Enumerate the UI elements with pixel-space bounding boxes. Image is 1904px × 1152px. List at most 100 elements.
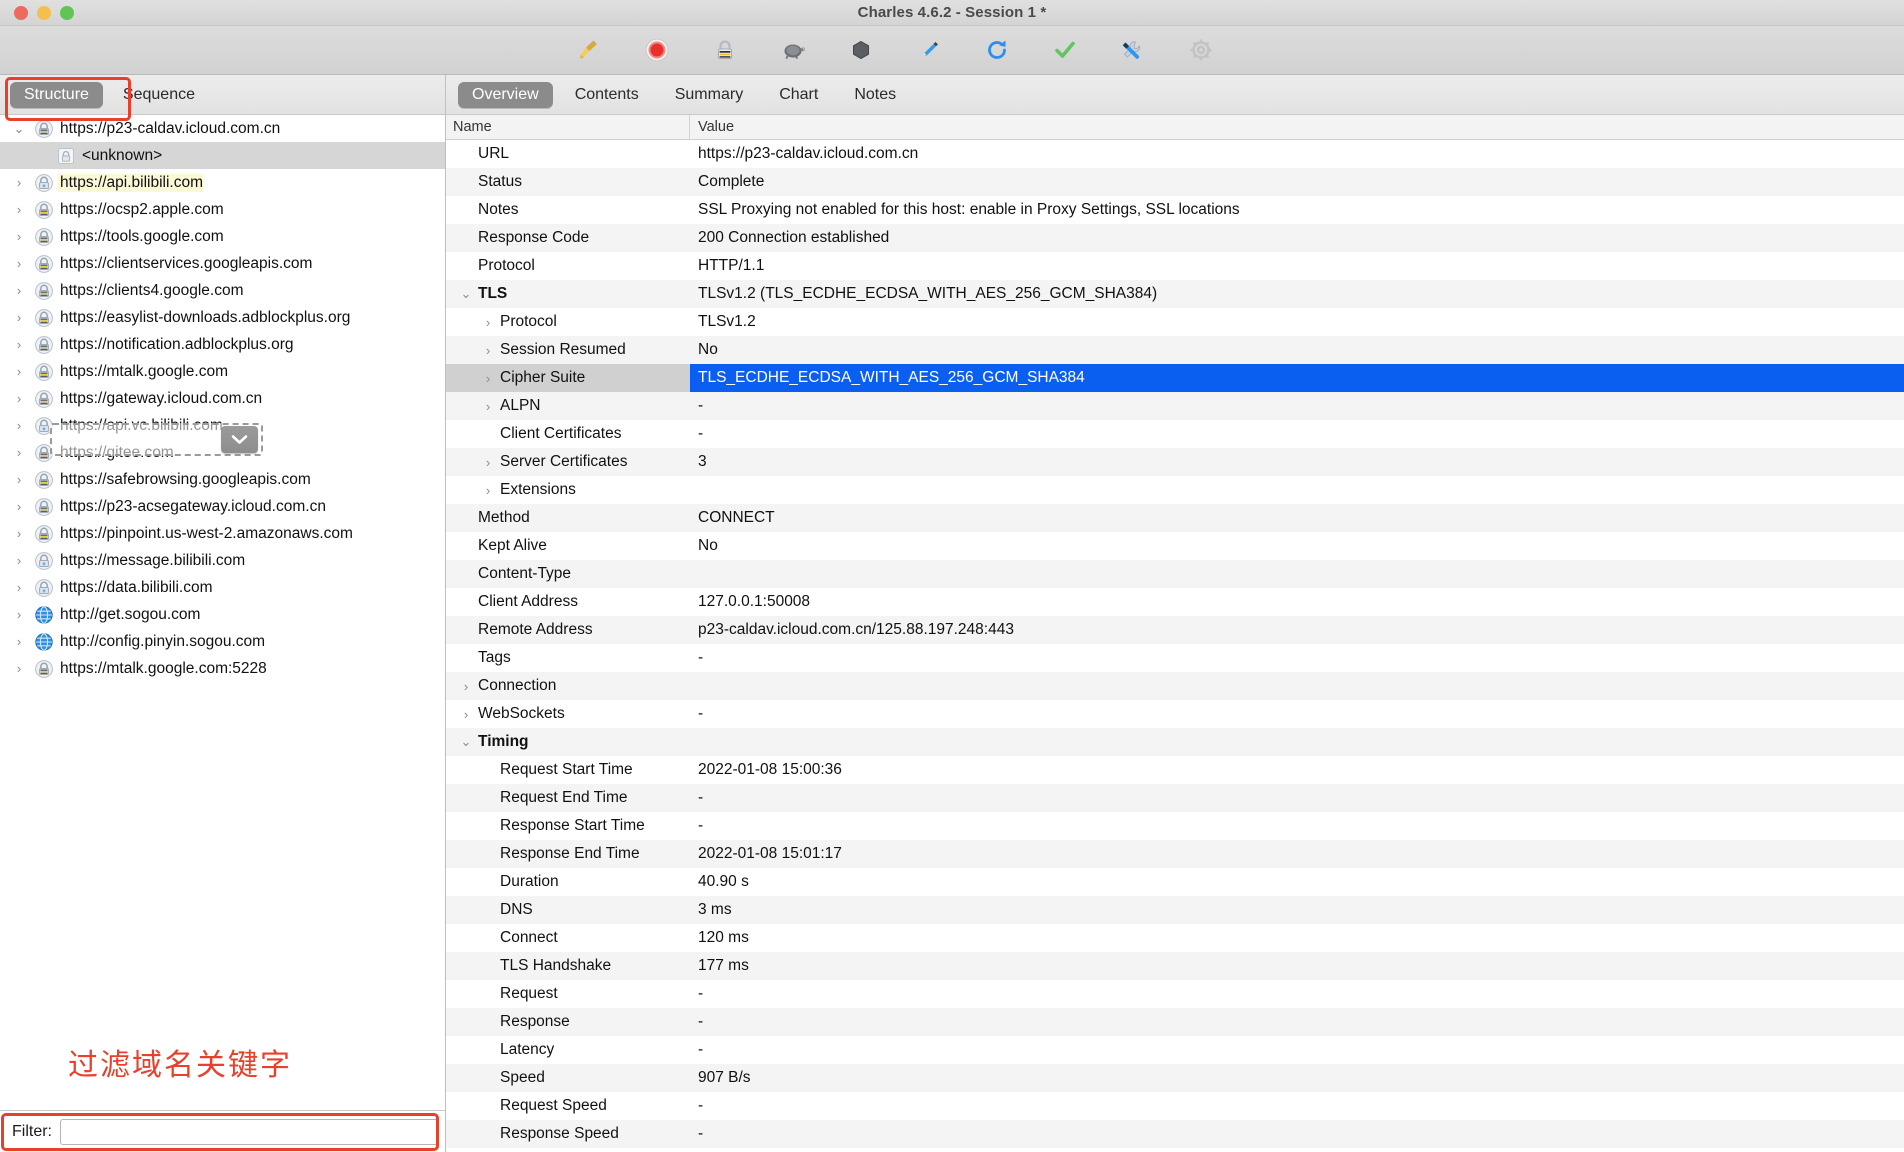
- detail-row[interactable]: › WebSockets -: [446, 700, 1904, 728]
- chevron-right-icon[interactable]: ›: [476, 343, 500, 358]
- chevron-right-icon[interactable]: ›: [8, 229, 30, 244]
- chevron-right-icon[interactable]: ›: [454, 707, 478, 722]
- validate-button[interactable]: [1031, 29, 1099, 71]
- tree-row[interactable]: › http://config.pinyin.sogou.com: [0, 628, 445, 655]
- chevron-right-icon[interactable]: ›: [476, 455, 500, 470]
- detail-row[interactable]: › Extensions: [446, 476, 1904, 504]
- tab-notes[interactable]: Notes: [840, 82, 910, 108]
- tab-contents[interactable]: Contents: [561, 82, 653, 108]
- detail-row[interactable]: › Connection: [446, 672, 1904, 700]
- tree-row[interactable]: › https://safebrowsing.googleapis.com: [0, 466, 445, 493]
- host-dropdown-overlay[interactable]: [50, 423, 263, 456]
- tree-row[interactable]: › https://mtalk.google.com:5228: [0, 655, 445, 682]
- clear-session-button[interactable]: [555, 29, 623, 71]
- detail-row[interactable]: Connect 120 ms: [446, 924, 1904, 952]
- chevron-right-icon[interactable]: ›: [476, 371, 500, 386]
- tree-row[interactable]: › https://api.bilibili.com: [0, 169, 445, 196]
- chevron-right-icon[interactable]: ›: [8, 634, 30, 649]
- tree-row[interactable]: › https://message.bilibili.com: [0, 547, 445, 574]
- chevron-right-icon[interactable]: ›: [8, 418, 30, 433]
- tab-overview[interactable]: Overview: [458, 81, 553, 108]
- session-tree[interactable]: ⌄ https://p23-caldav.icloud.com.cn <unknow…: [0, 115, 445, 1110]
- detail-row[interactable]: Client Address 127.0.0.1:50008: [446, 588, 1904, 616]
- chevron-right-icon[interactable]: ›: [8, 391, 30, 406]
- chevron-right-icon[interactable]: ›: [476, 315, 500, 330]
- column-header-name[interactable]: Name: [446, 115, 690, 139]
- compose-button[interactable]: [895, 29, 963, 71]
- detail-row[interactable]: ⌄ Timing: [446, 728, 1904, 756]
- chevron-right-icon[interactable]: ›: [8, 607, 30, 622]
- tree-row[interactable]: › https://tools.google.com: [0, 223, 445, 250]
- chevron-down-icon[interactable]: [221, 426, 258, 453]
- chevron-right-icon[interactable]: ›: [8, 472, 30, 487]
- tree-row[interactable]: › https://clientservices.googleapis.com: [0, 250, 445, 277]
- chevron-right-icon[interactable]: ›: [8, 364, 30, 379]
- chevron-down-icon[interactable]: ⌄: [8, 121, 30, 137]
- detail-row[interactable]: Response Code 200 Connection established: [446, 224, 1904, 252]
- chevron-down-icon[interactable]: ⌄: [454, 734, 478, 750]
- detail-row[interactable]: Tags -: [446, 644, 1904, 672]
- detail-row[interactable]: ⌄ TLS TLSv1.2 (TLS_ECDHE_ECDSA_WITH_AES_25…: [446, 280, 1904, 308]
- detail-row[interactable]: DNS 3 ms: [446, 896, 1904, 924]
- tree-row[interactable]: ⌄ https://p23-caldav.icloud.com.cn: [0, 115, 445, 142]
- detail-row[interactable]: Response Start Time -: [446, 812, 1904, 840]
- detail-row[interactable]: Method CONNECT: [446, 504, 1904, 532]
- detail-row[interactable]: URL https://p23-caldav.icloud.com.cn: [446, 140, 1904, 168]
- tree-row[interactable]: › https://mtalk.google.com: [0, 358, 445, 385]
- chevron-right-icon[interactable]: ›: [8, 553, 30, 568]
- tab-summary[interactable]: Summary: [661, 82, 757, 108]
- detail-rows[interactable]: URL https://p23-caldav.icloud.com.cn Statu…: [446, 140, 1904, 1152]
- chevron-right-icon[interactable]: ›: [8, 310, 30, 325]
- chevron-right-icon[interactable]: ›: [8, 526, 30, 541]
- chevron-right-icon[interactable]: ›: [476, 483, 500, 498]
- chevron-right-icon[interactable]: ›: [454, 679, 478, 694]
- detail-row[interactable]: Request Start Time 2022-01-08 15:00:36: [446, 756, 1904, 784]
- chevron-right-icon[interactable]: ›: [8, 202, 30, 217]
- repeat-button[interactable]: [963, 29, 1031, 71]
- detail-row[interactable]: Remote Address p23-caldav.icloud.com.cn/1…: [446, 616, 1904, 644]
- detail-row[interactable]: TLS Handshake 177 ms: [446, 952, 1904, 980]
- detail-row[interactable]: Speed 907 B/s: [446, 1064, 1904, 1092]
- chevron-right-icon[interactable]: ›: [8, 445, 30, 460]
- chevron-right-icon[interactable]: ›: [8, 283, 30, 298]
- tree-row[interactable]: › https://easylist-downloads.adblockplus.…: [0, 304, 445, 331]
- column-header-value[interactable]: Value: [690, 119, 734, 135]
- detail-row[interactable]: › Server Certificates 3: [446, 448, 1904, 476]
- detail-row[interactable]: Latency -: [446, 1036, 1904, 1064]
- detail-row[interactable]: Status Complete: [446, 168, 1904, 196]
- detail-row[interactable]: Notes SSL Proxying not enabled for this h…: [446, 196, 1904, 224]
- detail-row[interactable]: Response -: [446, 1008, 1904, 1036]
- tree-row[interactable]: › http://get.sogou.com: [0, 601, 445, 628]
- chevron-right-icon[interactable]: ›: [8, 337, 30, 352]
- detail-row[interactable]: Request End Time -: [446, 784, 1904, 812]
- tab-structure[interactable]: Structure: [10, 81, 103, 108]
- detail-row[interactable]: Duration 40.90 s: [446, 868, 1904, 896]
- chevron-right-icon[interactable]: ›: [8, 580, 30, 595]
- detail-row[interactable]: Kept Alive No: [446, 532, 1904, 560]
- detail-row[interactable]: Request Speed -: [446, 1092, 1904, 1120]
- chevron-down-icon[interactable]: ⌄: [454, 286, 478, 302]
- record-button[interactable]: [623, 29, 691, 71]
- chevron-right-icon[interactable]: ›: [8, 499, 30, 514]
- detail-row[interactable]: Client Certificates -: [446, 420, 1904, 448]
- detail-row[interactable]: › ALPN -: [446, 392, 1904, 420]
- detail-row[interactable]: Content-Type: [446, 560, 1904, 588]
- tree-row[interactable]: › https://pinpoint.us-west-2.amazonaws.co…: [0, 520, 445, 547]
- detail-row[interactable]: Response End Time 2022-01-08 15:01:17: [446, 840, 1904, 868]
- chevron-right-icon[interactable]: ›: [8, 256, 30, 271]
- detail-row[interactable]: › Session Resumed No: [446, 336, 1904, 364]
- tree-row[interactable]: <unknown>: [0, 142, 445, 169]
- chevron-right-icon[interactable]: ›: [8, 175, 30, 190]
- detail-row[interactable]: Protocol HTTP/1.1: [446, 252, 1904, 280]
- tree-row[interactable]: › https://data.bilibili.com: [0, 574, 445, 601]
- tools-button[interactable]: [1099, 29, 1167, 71]
- detail-row[interactable]: Request -: [446, 980, 1904, 1008]
- throttle-button[interactable]: [759, 29, 827, 71]
- chevron-right-icon[interactable]: ›: [476, 399, 500, 414]
- settings-button[interactable]: [1167, 29, 1235, 71]
- tree-row[interactable]: › https://p23-acsegateway.icloud.com.cn: [0, 493, 445, 520]
- ssl-proxying-button[interactable]: [691, 29, 759, 71]
- tree-row[interactable]: › https://notification.adblockplus.org: [0, 331, 445, 358]
- detail-row[interactable]: › Cipher Suite TLS_ECDHE_ECDSA_WITH_AES_25…: [446, 364, 1904, 392]
- tree-row[interactable]: › https://ocsp2.apple.com: [0, 196, 445, 223]
